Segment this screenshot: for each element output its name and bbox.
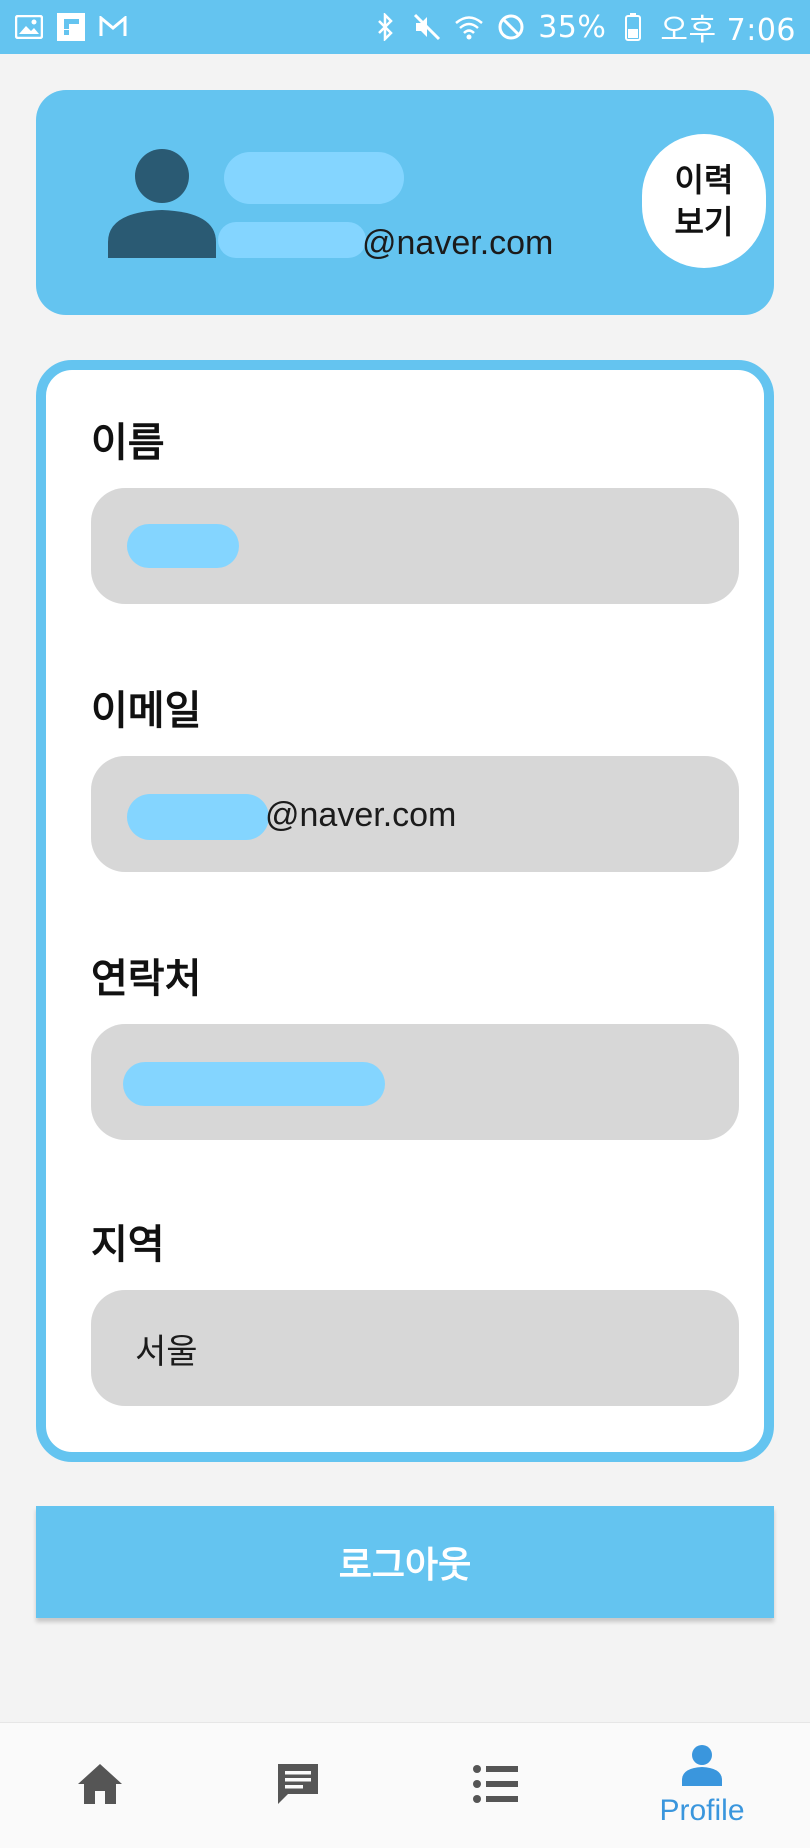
- do-not-disturb-icon: [496, 12, 526, 42]
- profile-icon: [681, 1744, 723, 1790]
- status-bar: 35% 오후 7:06: [0, 0, 810, 54]
- battery-percent: 35%: [538, 9, 607, 45]
- person-icon: [106, 146, 218, 258]
- email-field-value: @naver.com: [265, 796, 457, 834]
- profile-form-card: 이름 이메일 @naver.com 연락처 지역 서울: [36, 360, 774, 1462]
- battery-icon: [618, 12, 648, 42]
- name-field[interactable]: [91, 488, 739, 604]
- region-field[interactable]: 서울: [91, 1290, 739, 1406]
- profile-header-card: @naver.com 이력 보기: [36, 90, 774, 315]
- wifi-icon: [454, 12, 484, 42]
- gmail-icon: [98, 12, 128, 42]
- region-field-value: 서울: [135, 1331, 198, 1372]
- list-icon: [472, 1764, 520, 1808]
- nav-item-home[interactable]: [0, 1723, 200, 1848]
- region-label: 지역: [91, 1222, 165, 1268]
- nav-item-chat[interactable]: [198, 1723, 398, 1848]
- clock: 오후 7:06: [660, 13, 796, 48]
- redacted-name-value: [127, 524, 239, 568]
- bluetooth-icon: [370, 12, 400, 42]
- chat-icon: [274, 1760, 322, 1812]
- phone-field[interactable]: [91, 1024, 739, 1140]
- phone-label: 연락처: [91, 956, 202, 1002]
- home-icon: [76, 1762, 124, 1810]
- mute-icon: [412, 12, 442, 42]
- nav-item-profile[interactable]: Profile: [602, 1723, 802, 1848]
- email-label: 이메일: [91, 688, 202, 734]
- email-field[interactable]: @naver.com: [91, 756, 739, 872]
- bottom-nav: Profile: [0, 1722, 810, 1848]
- redacted-name: [224, 152, 404, 204]
- nav-label-profile: Profile: [659, 1794, 745, 1827]
- status-left-icons: [14, 12, 128, 42]
- image-icon: [14, 12, 44, 42]
- name-label: 이름: [91, 420, 165, 466]
- status-right-icons: 35% 오후 7:06: [370, 5, 796, 49]
- history-button[interactable]: 이력 보기: [642, 134, 766, 268]
- nav-item-list[interactable]: [396, 1723, 596, 1848]
- redacted-phone-value: [123, 1062, 385, 1106]
- logout-button[interactable]: 로그아웃: [36, 1506, 774, 1618]
- flipboard-icon: [56, 12, 86, 42]
- profile-email: @naver.com: [362, 224, 554, 262]
- redacted-email-value: [127, 794, 269, 840]
- redacted-email-local: [218, 222, 366, 258]
